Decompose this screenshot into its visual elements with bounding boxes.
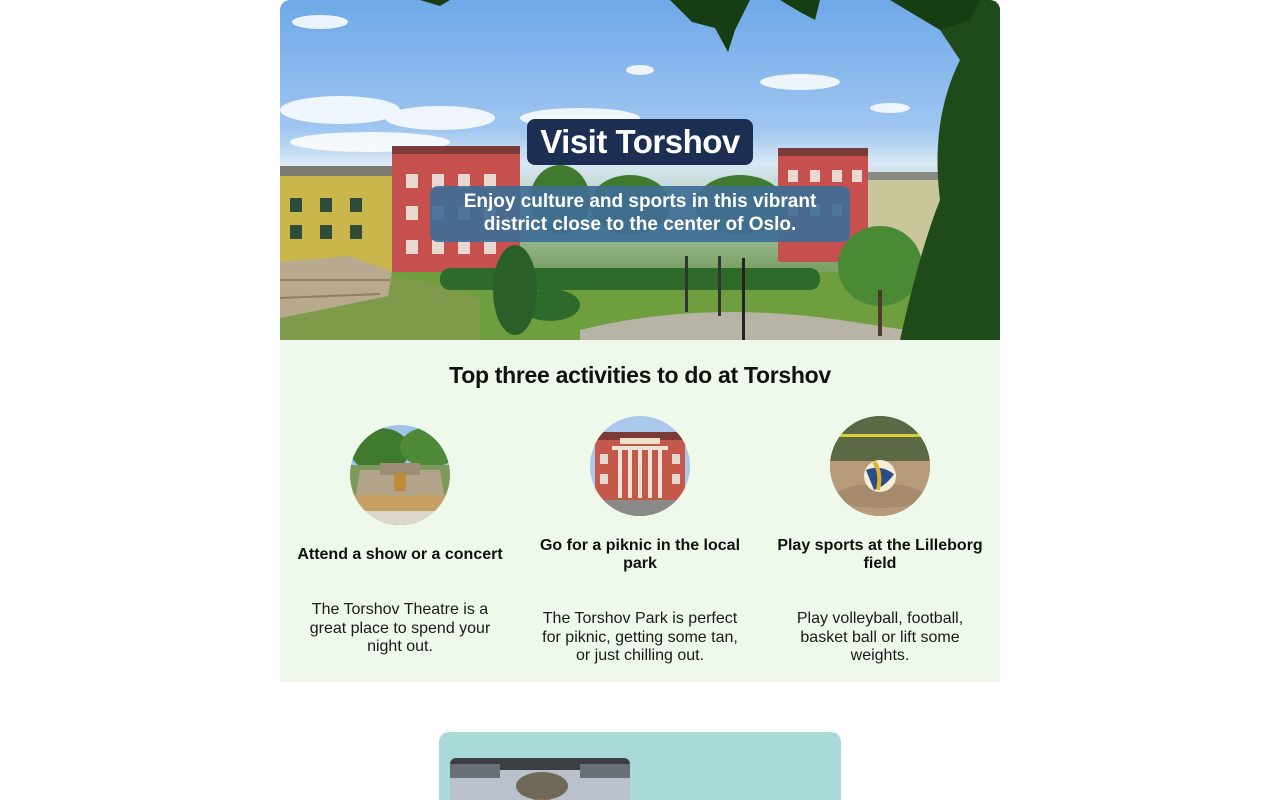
- torshov-park-image: [280, 0, 1000, 340]
- activity-description: The Torshov Park is perfect for piknic, …: [542, 610, 738, 664]
- activity-card: Go for a piknic in the local park The To…: [520, 340, 760, 682]
- theatre-building-image: [590, 416, 690, 516]
- activity-title: Attend a show or a concert: [297, 546, 503, 563]
- activity-description: Play volleyball, football, basket ball o…: [796, 610, 964, 664]
- hero-banner: Visit Torshov Enjoy culture and sports i…: [280, 0, 1000, 340]
- activity-card: Attend a show or a concert The Torshov T…: [280, 340, 520, 682]
- activity-title: Play sports at the Lilleborg field: [777, 537, 983, 572]
- activity-card: Play sports at the Lilleborg field Play …: [760, 340, 1000, 682]
- activities-section: Top three activities to do at Torshov At…: [280, 340, 1000, 682]
- volleyball-image: [830, 416, 930, 516]
- hero-subtitle: Enjoy culture and sports in this vibrant…: [430, 186, 850, 242]
- activity-description: The Torshov Theatre is a great place to …: [309, 601, 491, 655]
- activity-title: Go for a piknic in the local park: [539, 537, 741, 572]
- testimonial-card: [439, 732, 841, 800]
- page: Visit Torshov Enjoy culture and sports i…: [0, 0, 1280, 800]
- fountain-image: [350, 425, 450, 525]
- person-photo: [450, 758, 630, 800]
- hero-title: Visit Torshov: [527, 119, 753, 165]
